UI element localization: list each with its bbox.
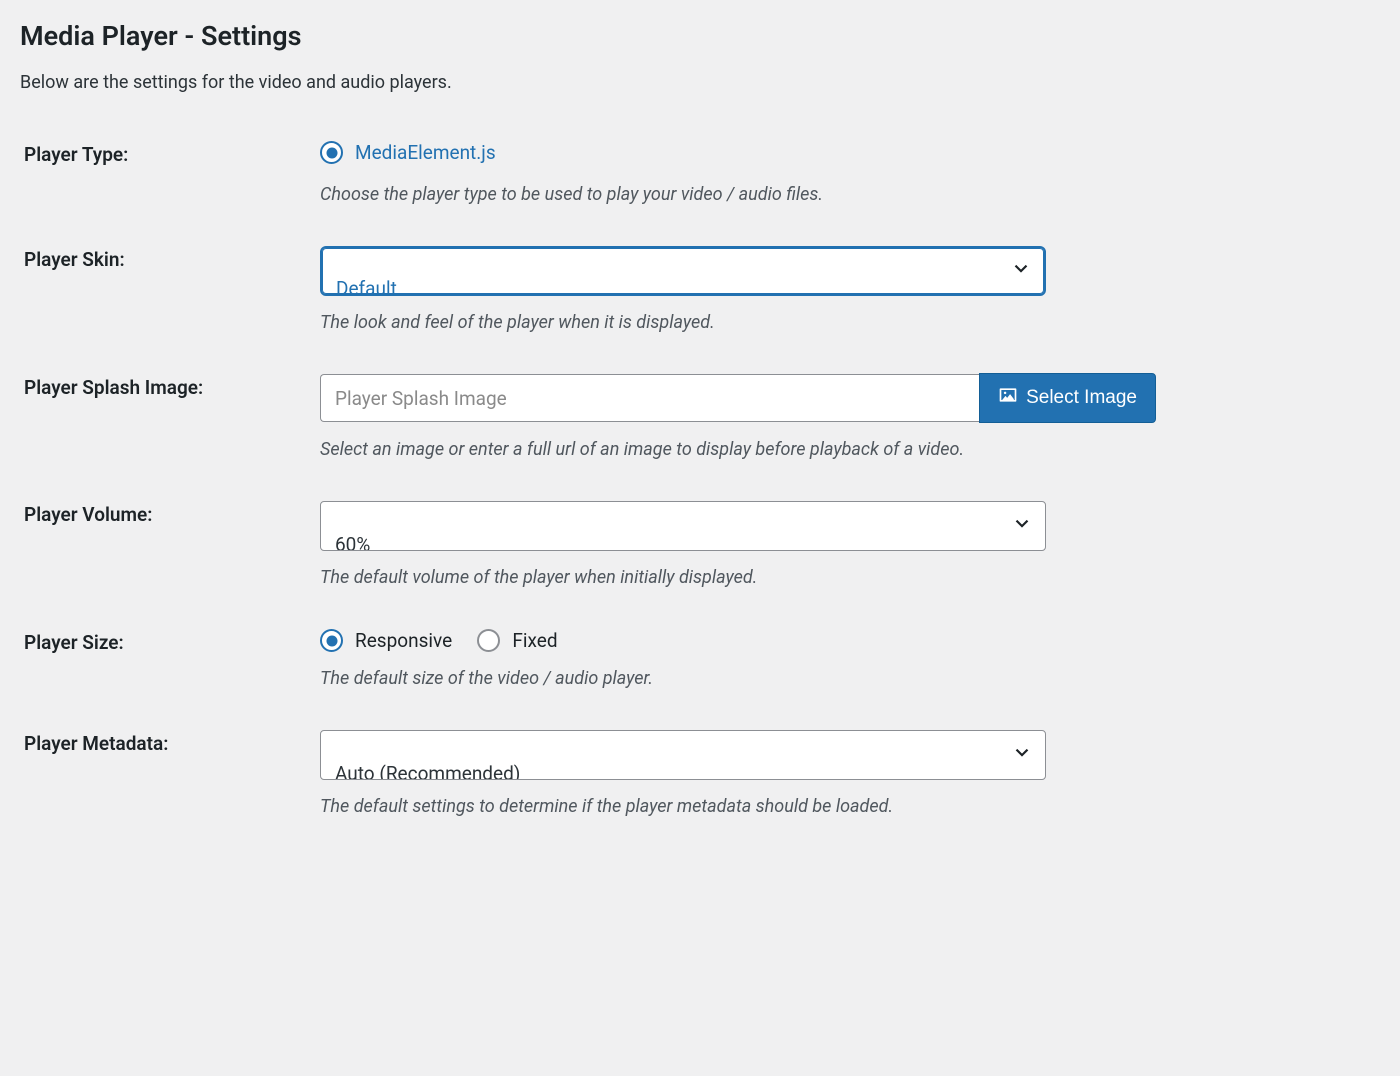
select-image-button[interactable]: Select Image [979,373,1156,423]
row-player-volume: Player Volume: 60% The default volume of… [20,483,1200,611]
select-player-skin[interactable]: Default [320,246,1046,296]
section-description: Below are the settings for the video and… [20,72,1200,93]
radio-icon [320,141,343,164]
row-player-skin: Player Skin: Default The look and feel o… [20,228,1200,356]
help-player-skin: The look and feel of the player when it … [320,310,1190,336]
row-splash-image: Player Splash Image: Select Image Select… [20,356,1200,483]
label-player-skin: Player Skin: [20,228,320,356]
chevron-down-icon [1010,257,1032,279]
label-player-type: Player Type: [20,123,320,228]
select-value: Default [336,277,397,296]
radio-label: Responsive [355,629,452,652]
chevron-down-icon [1011,742,1033,764]
image-icon [998,385,1018,411]
radio-player-type-mediaelement[interactable]: MediaElement.js [320,141,496,164]
settings-wrap: Media Player - Settings Below are the se… [0,0,1220,881]
chevron-down-icon [1011,513,1033,535]
radio-label: Fixed [512,629,557,652]
help-player-metadata: The default settings to determine if the… [320,794,1190,820]
radio-label: MediaElement.js [355,141,496,164]
settings-table: Player Type: MediaElement.js Choose the … [20,123,1200,841]
select-player-volume[interactable]: 60% [320,501,1046,551]
select-value: Auto (Recommended) [335,762,520,780]
help-player-volume: The default volume of the player when in… [320,565,1190,591]
splash-image-input[interactable] [320,374,979,422]
select-value: 60% [335,533,370,551]
row-player-size: Player Size: Responsive Fixed The defaul… [20,611,1200,712]
help-player-size: The default size of the video / audio pl… [320,666,1190,692]
radio-size-responsive[interactable]: Responsive [320,629,452,652]
select-image-button-label: Select Image [1026,387,1137,409]
row-player-type: Player Type: MediaElement.js Choose the … [20,123,1200,228]
splash-input-group: Select Image [320,374,1156,423]
row-player-metadata: Player Metadata: Auto (Recommended) The … [20,712,1200,840]
radio-icon [320,629,343,652]
label-player-metadata: Player Metadata: [20,712,320,840]
help-player-type: Choose the player type to be used to pla… [320,182,1190,208]
radio-icon [477,629,500,652]
label-player-size: Player Size: [20,611,320,712]
help-splash-image: Select an image or enter a full url of a… [320,437,1190,463]
section-title: Media Player - Settings [20,20,1200,52]
radio-size-fixed[interactable]: Fixed [477,629,557,652]
select-player-metadata[interactable]: Auto (Recommended) [320,730,1046,780]
label-player-volume: Player Volume: [20,483,320,611]
label-splash-image: Player Splash Image: [20,356,320,483]
